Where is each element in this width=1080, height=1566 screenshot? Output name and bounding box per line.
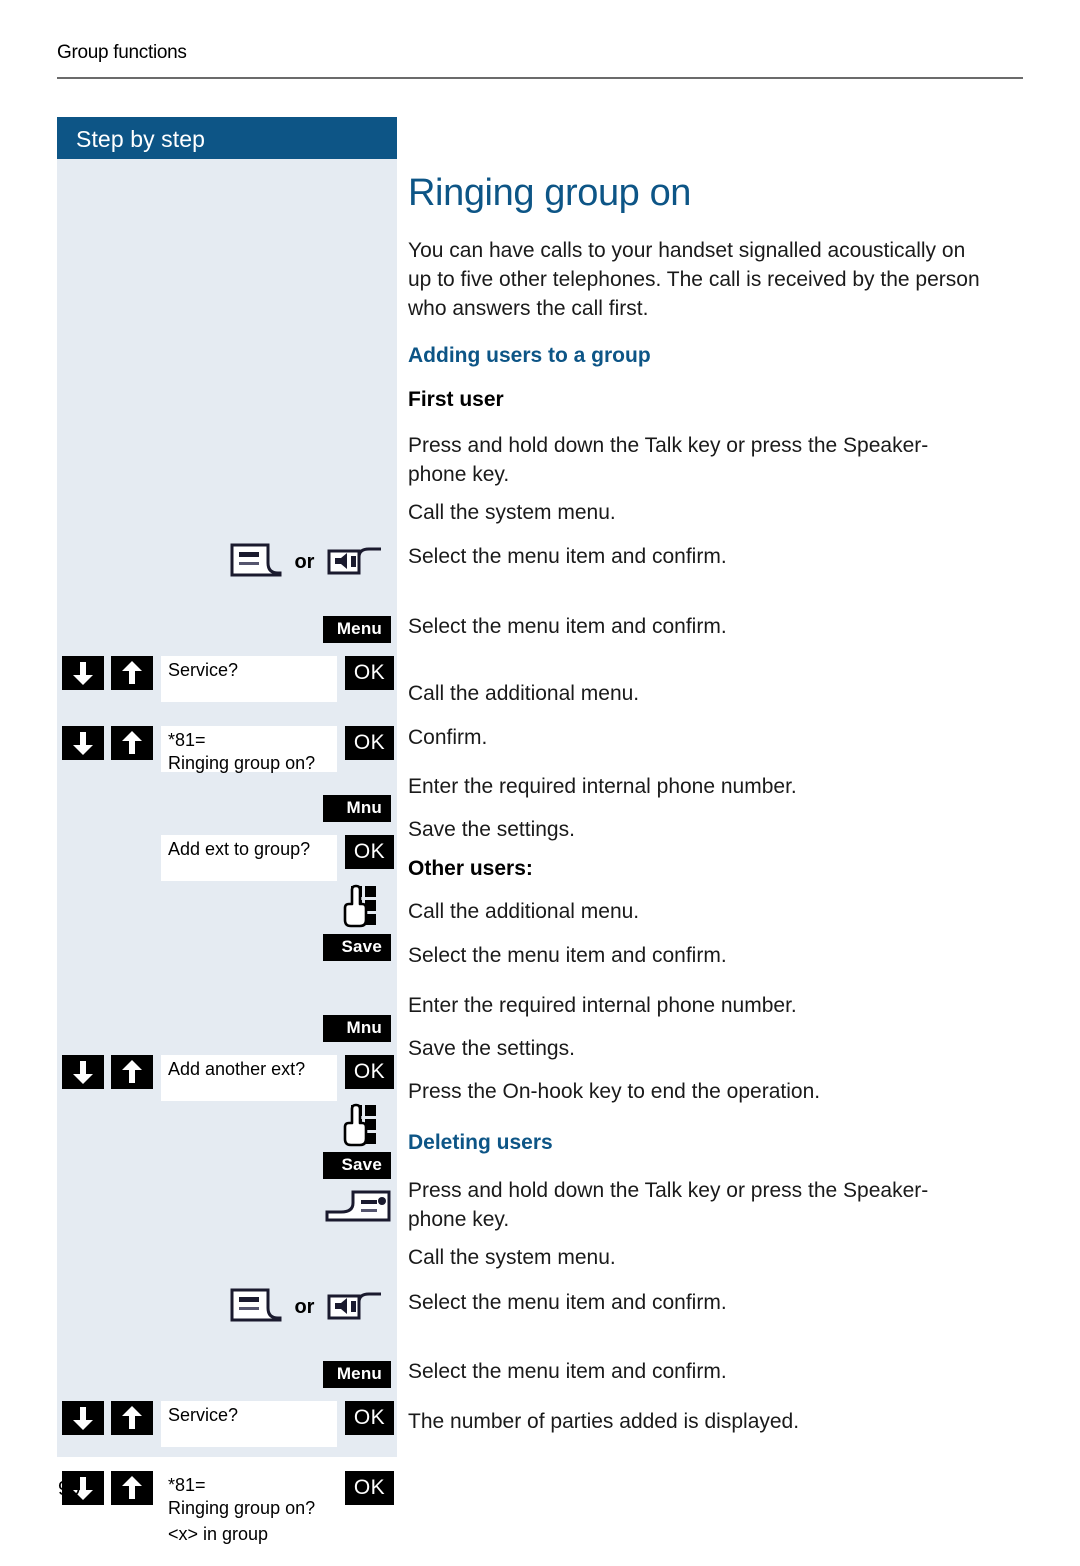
page-title: Ringing group on: [408, 172, 692, 214]
ok-key-6[interactable]: OK: [345, 1471, 394, 1505]
step-softkey-mnu-1: Mnu: [323, 795, 391, 822]
arrow-up-icon[interactable]: [111, 1055, 153, 1089]
step-text-select-ringing-group-on-1: Select the menu item and confirm.: [408, 615, 727, 638]
step-text-enter-number-2: Enter the required internal phone number…: [408, 994, 797, 1017]
step-softkey-mnu-2: Mnu: [323, 1015, 391, 1042]
display-line: Add another ext?: [168, 1059, 306, 1079]
heading-adding-users: Adding users to a group: [408, 344, 651, 367]
display-service-2: Service?: [161, 1401, 337, 1447]
arrow-up-icon[interactable]: [111, 726, 153, 760]
step-text-call-system-menu-1: Call the system menu.: [408, 501, 616, 524]
ok-key-3[interactable]: OK: [345, 835, 394, 869]
display-line: *81=: [168, 1475, 206, 1495]
step-text-on-hook: Press the On-hook key to end the operati…: [408, 1080, 821, 1103]
display-line: Ringing group on?: [168, 753, 316, 773]
display-service-1: Service?: [161, 656, 337, 702]
on-hook-key-icon[interactable]: [325, 1190, 391, 1227]
step-text-save-2: Save the settings.: [408, 1037, 575, 1060]
intro-paragraph: You can have calls to your handset signa…: [408, 239, 980, 320]
speakerphone-key-icon[interactable]: [327, 543, 383, 582]
arrow-up-icon[interactable]: [111, 656, 153, 690]
display-line: Service?: [168, 660, 239, 680]
page-number: 90: [58, 1478, 81, 1500]
heading-deleting-users: Deleting users: [408, 1131, 553, 1154]
step-icons-talk-or-speaker-2: or: [230, 1288, 383, 1327]
step-softkey-menu-1: Menu: [323, 616, 391, 643]
step-text-talk-or-speaker-2: Press and hold down the Talk key or pres…: [408, 1179, 929, 1231]
or-label-2: or: [294, 1296, 315, 1318]
step-text-enter-number-1: Enter the required internal phone number…: [408, 775, 797, 798]
display-line: Add ext to group?: [168, 839, 311, 859]
step-text-save-1: Save the settings.: [408, 818, 575, 841]
talk-key-icon[interactable]: [230, 1288, 282, 1327]
step-text-call-additional-menu-1: Call the additional menu.: [408, 682, 640, 705]
header-rule: [57, 77, 1023, 79]
speakerphone-key-icon[interactable]: [327, 1288, 383, 1327]
ok-key-5[interactable]: OK: [345, 1401, 394, 1435]
ok-key-4[interactable]: OK: [345, 1055, 394, 1089]
talk-key-icon[interactable]: [230, 543, 282, 582]
step-icons-talk-or-speaker-1: or: [230, 543, 383, 582]
keypad-hand-icon[interactable]: [335, 884, 383, 939]
arrow-down-icon[interactable]: [62, 1055, 104, 1089]
step-text-select-service-2: Select the menu item and confirm.: [408, 1291, 727, 1314]
mnu-softkey-2[interactable]: Mnu: [323, 1015, 391, 1042]
step-text-add-another-ext: Select the menu item and confirm.: [408, 944, 727, 967]
step-text-talk-or-speaker-1: Press and hold down the Talk key or pres…: [408, 434, 929, 486]
arrow-down-icon[interactable]: [62, 656, 104, 690]
or-label-1: or: [294, 551, 315, 573]
save-softkey-1[interactable]: Save: [323, 934, 391, 961]
sidebar-header: Step by step: [57, 117, 397, 159]
step-text-add-ext-to-group: Confirm.: [408, 726, 488, 749]
step-text-select-service-1: Select the menu item and confirm.: [408, 545, 727, 568]
arrow-down-icon[interactable]: [62, 1401, 104, 1435]
ok-key-1[interactable]: OK: [345, 656, 394, 690]
display-add-ext-to-group: Add ext to group?: [161, 835, 337, 881]
display-line: Ringing group on?: [168, 1498, 316, 1518]
step-softkey-menu-2: Menu: [323, 1361, 391, 1388]
heading-first-user: First user: [408, 388, 504, 411]
menu-softkey-1[interactable]: Menu: [323, 616, 391, 643]
keypad-hand-icon[interactable]: [335, 1103, 383, 1158]
step-by-step-sidebar: Step by step or Menu Service? OK *81= Ri…: [57, 117, 397, 1566]
step-softkey-save-2: Save: [323, 1152, 391, 1179]
step-text-select-ringing-group-on-2: Select the menu item and confirm.: [408, 1360, 727, 1383]
save-softkey-2[interactable]: Save: [323, 1152, 391, 1179]
mnu-softkey-1[interactable]: Mnu: [323, 795, 391, 822]
sidebar-header-label: Step by step: [76, 126, 206, 152]
display-line: <x> in group: [168, 1524, 269, 1544]
ok-key-2[interactable]: OK: [345, 726, 394, 760]
running-head: Group functions: [57, 42, 187, 63]
step-icons-enter-number-2: [335, 1103, 383, 1158]
arrow-down-icon[interactable]: [62, 726, 104, 760]
display-add-another-ext: Add another ext?: [161, 1055, 337, 1101]
menu-softkey-2[interactable]: Menu: [323, 1361, 391, 1388]
step-icon-on-hook: [325, 1190, 391, 1227]
step-icons-enter-number-1: [335, 884, 383, 939]
display-line: *81=: [168, 730, 206, 750]
step-softkey-save-1: Save: [323, 934, 391, 961]
step-text-call-system-menu-2: Call the system menu.: [408, 1246, 616, 1269]
display-ringing-group-on-1: *81= Ringing group on?: [161, 726, 337, 773]
display-line: Service?: [168, 1405, 239, 1425]
display-ringing-group-on-2: *81= Ringing group on?: [161, 1471, 337, 1518]
step-text-x-in-group: The number of parties added is displayed…: [408, 1410, 800, 1433]
display-x-in-group: <x> in group: [161, 1520, 337, 1566]
arrow-up-icon[interactable]: [111, 1471, 153, 1505]
step-text-call-additional-menu-2: Call the additional menu.: [408, 900, 640, 923]
heading-other-users: Other users:: [408, 857, 533, 880]
arrow-up-icon[interactable]: [111, 1401, 153, 1435]
